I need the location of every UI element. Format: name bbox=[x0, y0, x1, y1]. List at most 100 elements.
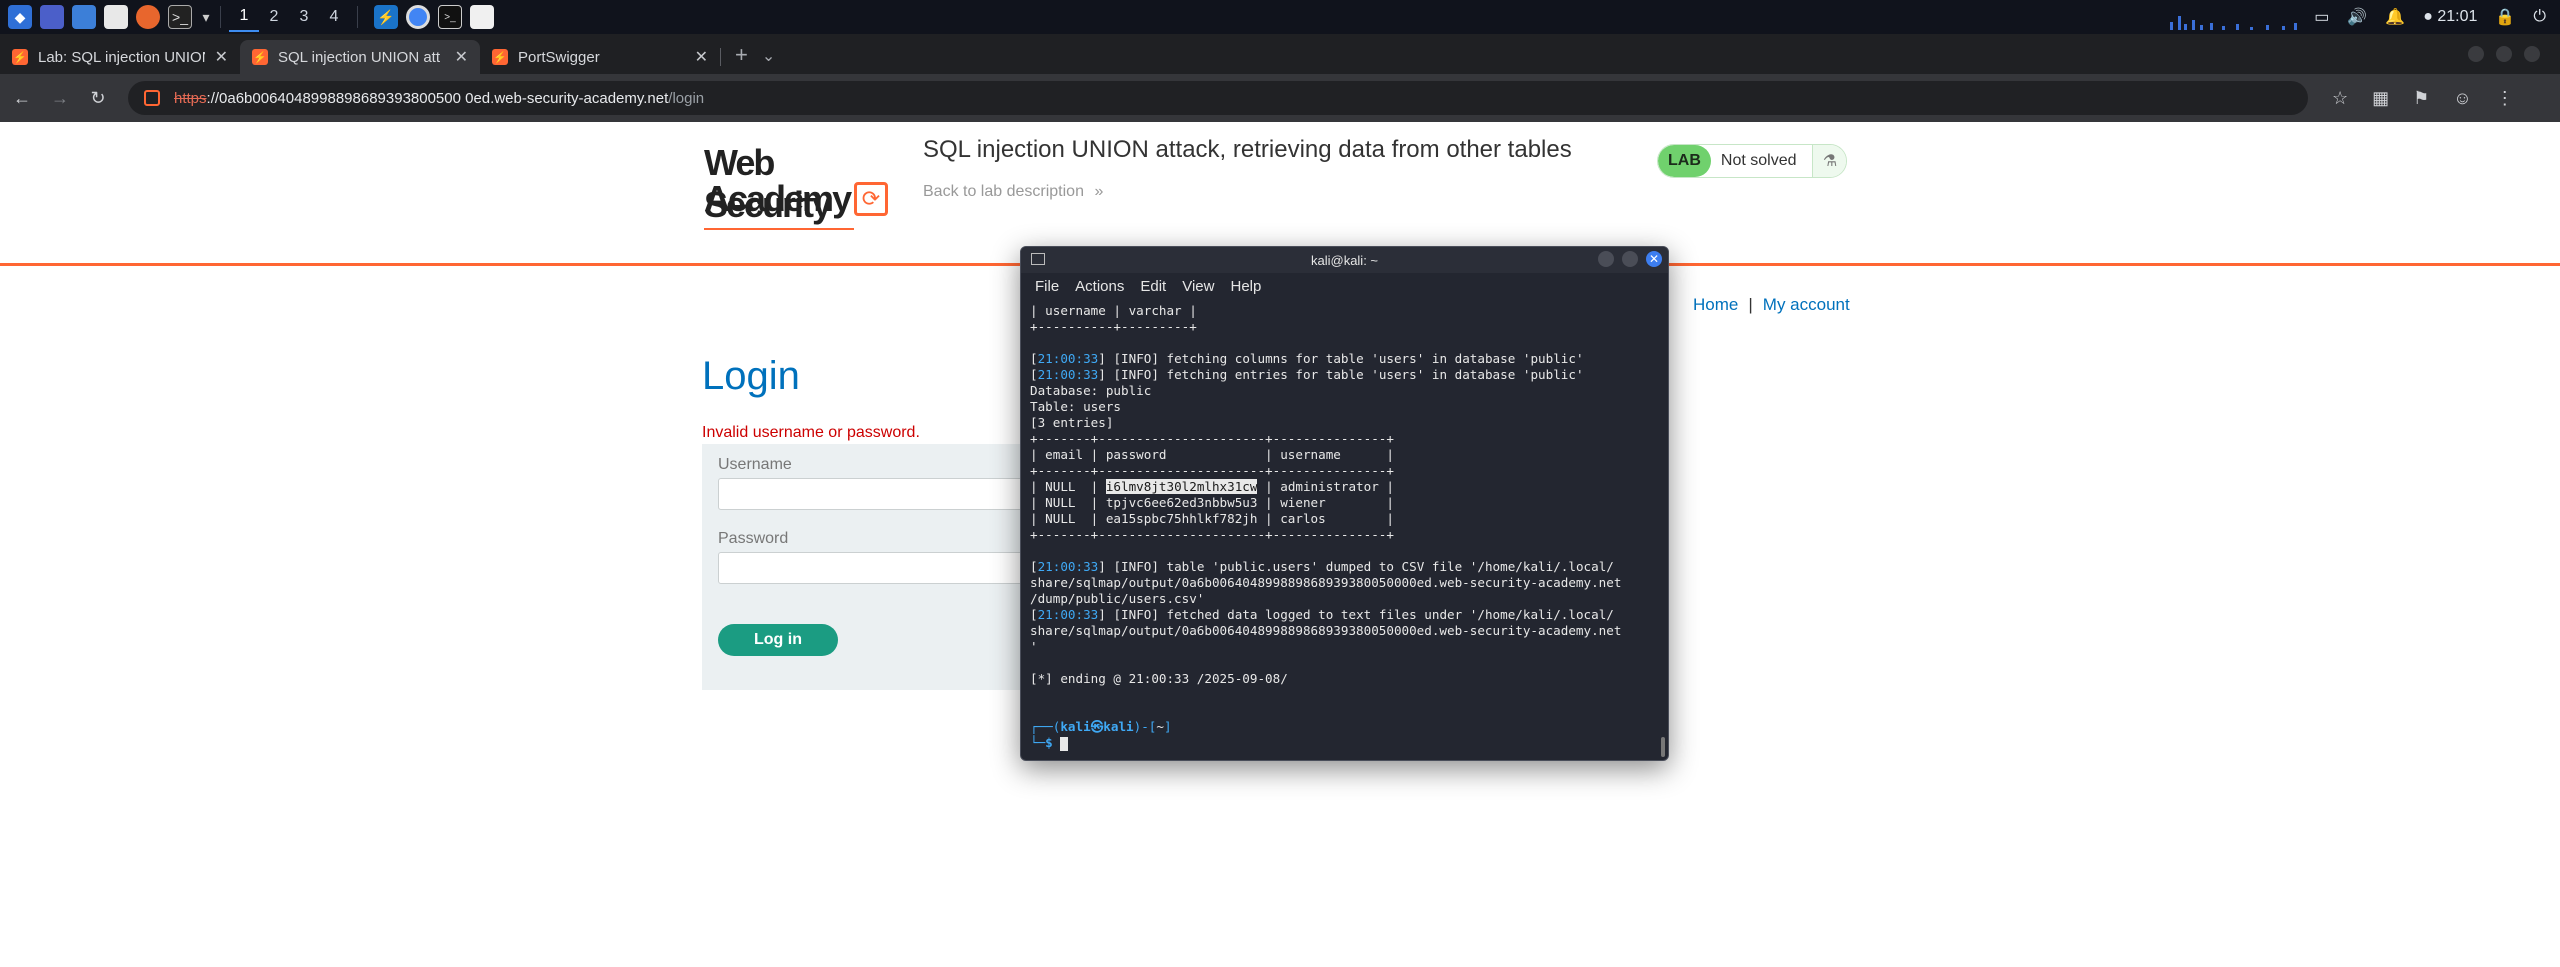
my-account-link[interactable]: My account bbox=[1763, 295, 1850, 314]
close-icon[interactable]: ✕ bbox=[1646, 251, 1662, 267]
terminal-title: kali@kali: ~ bbox=[1310, 252, 1379, 268]
portswigger-favicon-icon: ⚡ bbox=[492, 49, 508, 65]
address-bar[interactable]: https://0a6b0064048998898689393800500 0e… bbox=[128, 81, 2308, 115]
kali-menu-icon[interactable]: ◆ bbox=[8, 5, 32, 29]
lightning-bolt-icon: ⟳ bbox=[854, 182, 888, 216]
workspace-1[interactable]: 1 bbox=[229, 2, 259, 32]
terminal-window-controls: ✕ bbox=[1598, 251, 1662, 267]
kebab-menu-icon[interactable]: ⋮ bbox=[2496, 88, 2514, 109]
bookmark-star-icon[interactable]: ☆ bbox=[2332, 88, 2348, 109]
tab-portswigger[interactable]: ⚡ PortSwigger ✕ bbox=[480, 40, 720, 74]
extensions-icon[interactable]: ▦ bbox=[2372, 88, 2389, 109]
file-manager-icon[interactable] bbox=[40, 5, 64, 29]
shell-input-line[interactable]: └─$ bbox=[1030, 735, 1650, 751]
back-to-lab-description-link[interactable]: Back to lab description » bbox=[923, 183, 1103, 201]
back-arrow-icon[interactable]: ← bbox=[6, 88, 38, 109]
page-title: Login bbox=[702, 354, 800, 398]
forward-arrow-icon[interactable]: → bbox=[44, 88, 76, 109]
terminal-window[interactable]: kali@kali: ~ ✕ File Actions Edit View He… bbox=[1020, 246, 1669, 761]
prompt-at: ㉿ bbox=[1090, 719, 1104, 734]
web-page: Web Security Academy ⟳ SQL injection UNI… bbox=[0, 122, 2560, 967]
workspace-3[interactable]: 3 bbox=[289, 2, 319, 32]
notification-bell-icon[interactable]: 🔔 bbox=[2385, 7, 2405, 27]
chrome-icon[interactable] bbox=[406, 5, 430, 29]
url-scheme: https bbox=[174, 89, 207, 107]
tab-lab-login[interactable]: ⚡ SQL injection UNION att ✕ bbox=[240, 40, 480, 74]
web-security-academy-logo[interactable]: Web Security Academy ⟳ bbox=[704, 142, 904, 230]
minimize-button[interactable] bbox=[2468, 46, 2484, 62]
menu-actions[interactable]: Actions bbox=[1075, 278, 1124, 295]
terminal-line: | email | password | username | bbox=[1030, 447, 1394, 462]
menu-file[interactable]: File bbox=[1035, 278, 1059, 295]
log-timestamp: 21:00:33 bbox=[1037, 351, 1099, 366]
folder-icon[interactable] bbox=[72, 5, 96, 29]
taskbar-separator bbox=[220, 6, 221, 28]
terminal-icon[interactable]: >_ bbox=[168, 5, 192, 29]
terminal-line: | NULL | ea15spbc75hhlkf782jh | carlos | bbox=[1030, 511, 1394, 526]
menu-help[interactable]: Help bbox=[1230, 278, 1261, 295]
prompt-symbol: $ bbox=[1045, 735, 1053, 750]
display-icon[interactable]: ▭ bbox=[2314, 7, 2329, 27]
tab-title: Lab: SQL injection UNION bbox=[38, 48, 205, 66]
terminal-line: +----------+---------+ bbox=[1030, 319, 1197, 334]
terminal-window-icon[interactable]: >_ bbox=[438, 5, 462, 29]
taskbar-separator bbox=[357, 6, 358, 28]
lab-flask-icon[interactable]: ⚑ bbox=[2413, 88, 2429, 109]
clock[interactable]: ● 21:01 bbox=[2423, 8, 2477, 26]
new-tab-icon[interactable]: + bbox=[735, 42, 748, 68]
firefox-icon[interactable] bbox=[136, 5, 160, 29]
terminal-titlebar[interactable]: kali@kali: ~ ✕ bbox=[1021, 247, 1668, 273]
terminal-line: Table: users bbox=[1030, 399, 1121, 414]
volume-icon[interactable]: 🔊 bbox=[2347, 7, 2367, 27]
terminal-line: [3 entries] bbox=[1030, 415, 1114, 430]
terminal-line: [21:00:33] [INFO] table 'public.users' d… bbox=[1030, 559, 1614, 574]
terminal-line: [21:00:33] [INFO] fetched data logged to… bbox=[1030, 607, 1614, 622]
maximize-button[interactable] bbox=[1622, 251, 1638, 267]
text-editor-icon[interactable] bbox=[104, 5, 128, 29]
lock-icon[interactable]: 🔒 bbox=[2495, 7, 2515, 27]
portswigger-favicon-icon: ⚡ bbox=[12, 49, 28, 65]
home-link[interactable]: Home bbox=[1693, 295, 1738, 314]
terminal-line: [21:00:33] [INFO] fetching columns for t… bbox=[1030, 351, 1584, 366]
terminal-line: +-------+----------------------+--------… bbox=[1030, 431, 1394, 446]
browser-toolbar: ← → ↻ https://0a6b0064048998898689393800… bbox=[0, 74, 2560, 122]
maximize-button[interactable] bbox=[2496, 46, 2512, 62]
chevron-down-icon[interactable]: ⌄ bbox=[762, 46, 775, 66]
terminal-output[interactable]: | username | varchar | +----------+------… bbox=[1030, 303, 1650, 751]
power-icon[interactable]: ⏻ bbox=[2533, 8, 2546, 26]
login-button[interactable]: Log in bbox=[718, 624, 838, 656]
selected-password-text[interactable]: i6lmv8jt30l2mlhx31cw bbox=[1105, 479, 1258, 494]
system-tray: ▭ 🔊 🔔 ● 21:01 🔒 ⏻ bbox=[2314, 0, 2546, 34]
menu-view[interactable]: View bbox=[1182, 278, 1214, 295]
reload-icon[interactable]: ↻ bbox=[82, 88, 114, 109]
terminal-line: share/sqlmap/output/0a6b0064048998898689… bbox=[1030, 623, 1622, 638]
workspace-4[interactable]: 4 bbox=[319, 2, 349, 32]
prompt-host: kali bbox=[1103, 719, 1134, 734]
terminal-scrollbar[interactable] bbox=[1661, 737, 1665, 757]
document-viewer-icon[interactable] bbox=[470, 5, 494, 29]
prompt-user: kali bbox=[1060, 719, 1091, 734]
tab-lab-description[interactable]: ⚡ Lab: SQL injection UNION ✕ bbox=[0, 40, 240, 74]
site-info-icon[interactable] bbox=[144, 90, 160, 106]
terminal-icon bbox=[1031, 253, 1045, 265]
close-tab-icon[interactable]: ✕ bbox=[215, 47, 228, 67]
clock-time: 21:01 bbox=[2437, 8, 2478, 25]
log-message: [INFO] table 'public.users' dumped to CS… bbox=[1105, 559, 1614, 574]
burp-suite-icon[interactable]: ⚡ bbox=[374, 5, 398, 29]
terminal-menubar: File Actions Edit View Help bbox=[1021, 273, 1668, 299]
tab-separator bbox=[720, 48, 721, 66]
account-navigation: Home | My account bbox=[1693, 295, 1850, 315]
url-path: /login bbox=[668, 89, 705, 107]
table-cell-prefix: | NULL | bbox=[1030, 479, 1106, 494]
close-tab-icon[interactable]: ✕ bbox=[455, 47, 468, 67]
close-window-button[interactable] bbox=[2524, 46, 2540, 62]
chevron-down-icon[interactable]: ▾ bbox=[200, 5, 212, 29]
minimize-button[interactable] bbox=[1598, 251, 1614, 267]
terminal-line: share/sqlmap/output/0a6b0064048998898689… bbox=[1030, 575, 1622, 590]
terminal-line: | NULL | tpjvc6ee62ed3nbbw5u3 | wiener | bbox=[1030, 495, 1394, 510]
workspace-2[interactable]: 2 bbox=[259, 2, 289, 32]
menu-edit[interactable]: Edit bbox=[1140, 278, 1166, 295]
close-tab-icon[interactable]: ✕ bbox=[695, 47, 708, 67]
profile-icon[interactable]: ☺ bbox=[2453, 88, 2471, 109]
